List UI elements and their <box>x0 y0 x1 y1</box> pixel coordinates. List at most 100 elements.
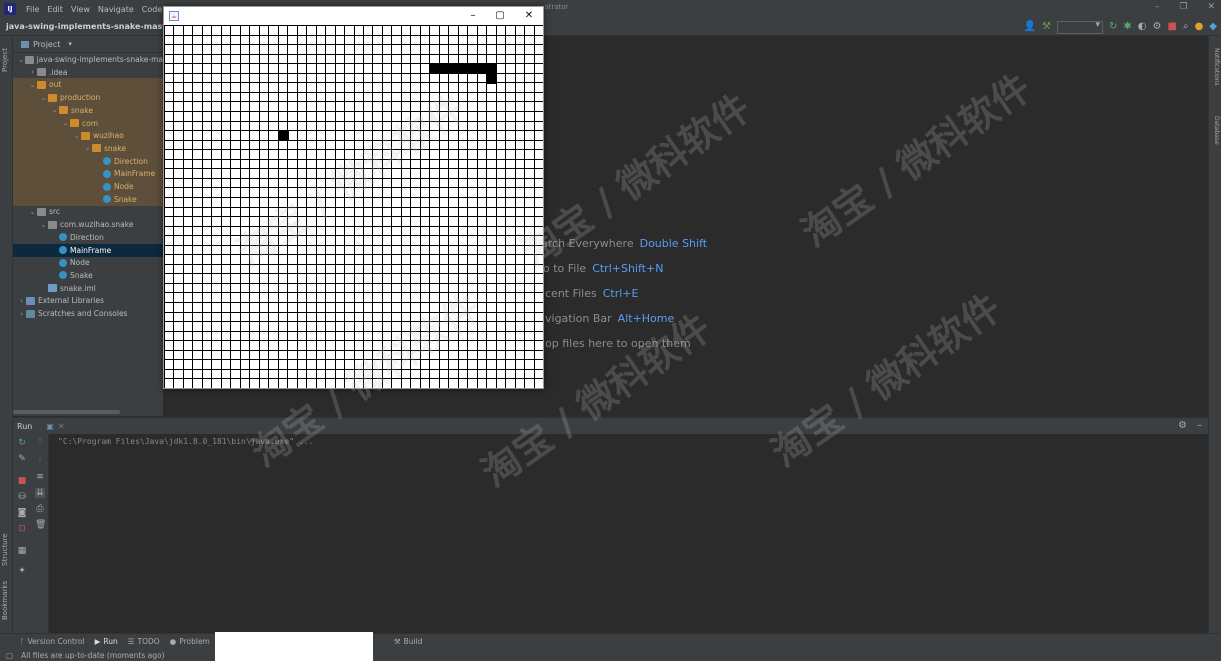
chevron-down-icon[interactable]: ⌄ <box>39 94 48 102</box>
run-configuration-selector[interactable] <box>1057 20 1104 34</box>
minimize-icon[interactable]: – <box>1155 2 1160 12</box>
print-icon[interactable]: ⎙ <box>35 504 45 514</box>
close-icon[interactable]: ✕ <box>516 8 542 23</box>
tree-item[interactable]: › External Libraries <box>13 294 163 307</box>
chevron-down-icon[interactable]: ⌄ <box>39 221 48 229</box>
tree-item[interactable]: ⌄ snake <box>13 141 163 155</box>
chevron-down-icon[interactable]: ⌄ <box>28 208 37 216</box>
project-stripe-button[interactable]: Project <box>1 48 9 72</box>
chevron-down-icon[interactable]: ⌄ <box>72 132 81 140</box>
close-tab-icon[interactable]: ✕ <box>58 422 65 431</box>
restore-icon[interactable]: ❐ <box>1179 2 1187 12</box>
gear-icon[interactable]: ⚙ <box>1178 420 1187 431</box>
chevron-down-icon[interactable]: ⌄ <box>83 144 92 152</box>
tree-item[interactable]: MainFrame <box>13 243 163 257</box>
menu-file[interactable]: File <box>22 5 43 14</box>
camera-icon[interactable]: ◙ <box>17 508 27 518</box>
dump-threads-icon[interactable]: ⛁ <box>17 492 27 502</box>
run-header-actions: ⚙ – <box>1178 420 1202 431</box>
hint-text: cent Files <box>545 287 597 300</box>
exit-icon[interactable]: ⊡ <box>17 524 27 534</box>
layout-icon[interactable]: ▦ <box>17 546 27 556</box>
soft-wrap-icon[interactable]: ≡ <box>35 472 45 482</box>
chevron-down-icon[interactable]: ⌄ <box>50 106 59 114</box>
rerun-icon[interactable]: ↻ <box>1109 20 1117 34</box>
bookmarks-stripe-button[interactable]: Bookmarks <box>1 581 9 620</box>
tree-item[interactable]: ⌄ java-swing-implements-snake-ma <box>13 53 163 66</box>
close-icon[interactable]: ✕ <box>1207 2 1215 12</box>
status-message[interactable]: All files are up-to-date (moments ago) <box>21 651 164 660</box>
tab-version-control[interactable]: ᚴ Version Control <box>20 637 85 646</box>
hide-panel-icon[interactable]: – <box>1197 420 1202 431</box>
rerun-icon[interactable]: ↻ <box>17 438 27 448</box>
chevron-right-icon[interactable]: › <box>28 68 37 76</box>
coverage-icon[interactable]: ◐ <box>1138 20 1147 34</box>
database-stripe-button[interactable]: Database <box>1213 116 1220 145</box>
status-square-icon[interactable]: ▢ <box>6 651 13 660</box>
tree-item[interactable]: ⌄ wuzihao <box>13 129 163 143</box>
left-tool-stripe: Project Structure Bookmarks <box>0 36 13 633</box>
up-arrow-icon[interactable]: ↑ <box>35 438 45 448</box>
chevron-down-icon[interactable]: ⌄ <box>17 56 25 64</box>
chevron-right-icon[interactable]: › <box>17 310 26 318</box>
tree-item[interactable]: Snake <box>13 192 163 206</box>
game-board[interactable] <box>164 25 543 388</box>
tab-build[interactable]: ⚒ Build <box>394 637 423 646</box>
tab-run[interactable]: ▶ Run <box>95 637 118 646</box>
tree-item-label: External Libraries <box>38 296 104 306</box>
wrench-icon[interactable]: ✎ <box>17 454 27 464</box>
hammer-icon[interactable]: ⚒ <box>1042 20 1051 34</box>
search-icon[interactable]: ⌕ <box>1183 20 1189 34</box>
tree-item[interactable]: ⌄ com.wuzihao.snake <box>13 218 163 231</box>
tree-item[interactable]: ⌄ out <box>13 78 163 92</box>
tree-item[interactable]: › .idea <box>13 66 163 79</box>
tab-problems[interactable]: ● Problem <box>170 637 210 646</box>
tree-item[interactable]: Node <box>13 180 163 193</box>
notifications-stripe-button[interactable]: Notifications <box>1213 48 1220 86</box>
run-console[interactable]: "C:\Program Files\Java\jdk1.8.0_181\bin\… <box>50 434 1208 633</box>
tree-item[interactable]: ⌄ snake <box>13 103 163 117</box>
tree-item[interactable]: Direction <box>13 154 163 168</box>
run-tab[interactable]: ▣ ✕ <box>46 422 64 431</box>
tree-item[interactable]: Node <box>13 256 163 269</box>
menu-navigate[interactable]: Navigate <box>94 5 138 14</box>
window-title-fragment: strator <box>545 3 569 11</box>
structure-stripe-button[interactable]: Structure <box>1 533 9 566</box>
menu-edit[interactable]: Edit <box>43 5 67 14</box>
tree-item-label: Node <box>70 258 90 268</box>
stop-icon[interactable]: ■ <box>1168 20 1177 34</box>
project-breadcrumb[interactable]: java-swing-implements-snake-master <box>0 22 175 31</box>
profiler-icon[interactable]: ⚙ <box>1153 20 1162 34</box>
project-view-selector[interactable]: Project <box>33 40 60 49</box>
game-window-titlebar[interactable]: ☕ – ▢ ✕ <box>164 7 543 25</box>
chevron-down-icon[interactable]: ⌄ <box>28 81 37 89</box>
tree-item[interactable]: Snake <box>13 269 163 282</box>
tree-item-label: snake <box>71 105 93 115</box>
minimize-icon[interactable]: – <box>460 8 486 23</box>
tree-item[interactable]: ⌄ production <box>13 91 163 105</box>
tree-item[interactable]: Direction <box>13 231 163 244</box>
stop-icon[interactable]: ■ <box>17 476 27 486</box>
chevron-down-icon[interactable]: ▾ <box>68 40 72 48</box>
debug-icon[interactable]: ✱ <box>1123 20 1131 34</box>
menu-view[interactable]: View <box>67 5 94 14</box>
tree-item[interactable]: ⌄ com <box>13 116 163 130</box>
maximize-icon[interactable]: ▢ <box>487 8 513 23</box>
update-icon[interactable]: ● <box>1195 20 1204 34</box>
scroll-to-end-icon[interactable]: ⇊ <box>35 488 45 498</box>
tree-item[interactable]: MainFrame <box>13 167 163 181</box>
menu-code[interactable]: Code <box>138 5 166 14</box>
trash-icon[interactable]: 🗑 <box>35 520 46 530</box>
chevron-down-icon[interactable]: ⌄ <box>61 119 70 127</box>
tree-item[interactable]: snake.iml <box>13 282 163 295</box>
tree-item[interactable]: ⌄ src <box>13 205 163 218</box>
tree-item[interactable]: › Scratches and Consoles <box>13 307 163 320</box>
user-icon[interactable]: 👤 <box>1024 20 1036 34</box>
chevron-right-icon[interactable]: › <box>17 297 26 305</box>
down-arrow-icon[interactable]: ↓ <box>35 454 45 464</box>
food-cell <box>278 130 289 141</box>
ide-logo-icon[interactable]: ◆ <box>1209 20 1217 34</box>
tab-todo[interactable]: ☰ TODO <box>128 637 160 646</box>
pin-icon[interactable]: ✦ <box>17 566 27 576</box>
project-horizontal-scrollbar[interactable] <box>13 410 120 414</box>
